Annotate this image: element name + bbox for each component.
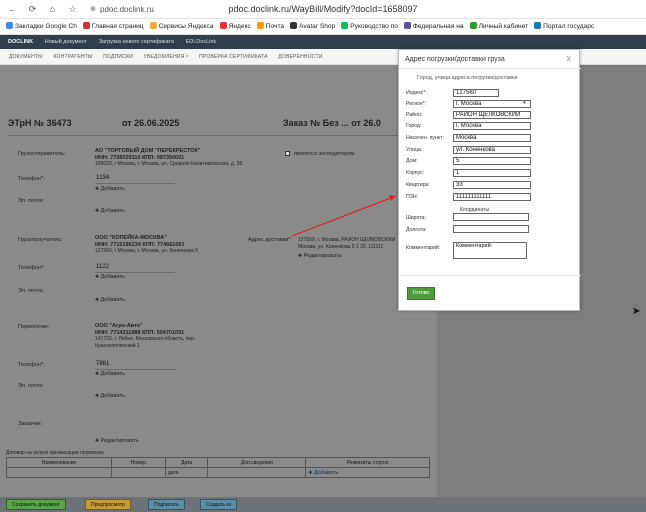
- address-field-input[interactable]: 5: [453, 157, 531, 165]
- dialog-subtitle: Город, улица адреса погрузки/доставки: [417, 75, 518, 81]
- field-label: Корпус:: [406, 170, 425, 176]
- field-label: Дом:: [406, 158, 418, 164]
- done-button[interactable]: Готово: [407, 287, 435, 300]
- mouse-cursor-icon: ➤: [632, 306, 641, 317]
- comment-input[interactable]: Комментарий:: [453, 242, 527, 259]
- comment-label: Комментарий:: [406, 245, 441, 251]
- field-label: Населен. пункт:: [406, 135, 445, 141]
- chevron-down-icon[interactable]: ▾: [523, 100, 526, 106]
- address-field-input[interactable]: Москва: [453, 134, 531, 142]
- close-icon[interactable]: x: [567, 53, 572, 63]
- lon-input[interactable]: [453, 225, 529, 233]
- lat-label: Широта:: [406, 215, 426, 221]
- address-field-input[interactable]: 127560: [453, 89, 499, 97]
- address-field-input[interactable]: РАЙОН ЩЕЛКОВСКИЙ: [453, 111, 531, 119]
- field-label: Улица:: [406, 147, 423, 153]
- region-select[interactable]: г. Москва: [453, 100, 531, 108]
- address-field-input[interactable]: г. Москва: [453, 122, 531, 130]
- address-dialog: Адрес погрузки/доставки груза x Город, у…: [398, 49, 581, 311]
- dialog-title: Адрес погрузки/доставки груза: [405, 56, 505, 63]
- address-field-input[interactable]: 33: [453, 181, 531, 189]
- address-field-input[interactable]: ул. Коненкова: [453, 146, 531, 154]
- field-label: Квартира:: [406, 182, 430, 188]
- address-field-input[interactable]: 1: [453, 169, 531, 177]
- field-label: Индекс*:: [406, 90, 427, 96]
- lat-input[interactable]: [453, 213, 529, 221]
- field-label: Регион*:: [406, 101, 427, 107]
- field-label: Район:: [406, 112, 423, 118]
- address-field-input[interactable]: 111111111111: [453, 193, 531, 201]
- lon-label: Долгота:: [406, 227, 427, 233]
- field-label: ПЗН:: [406, 194, 419, 200]
- field-label: Город:: [406, 123, 422, 129]
